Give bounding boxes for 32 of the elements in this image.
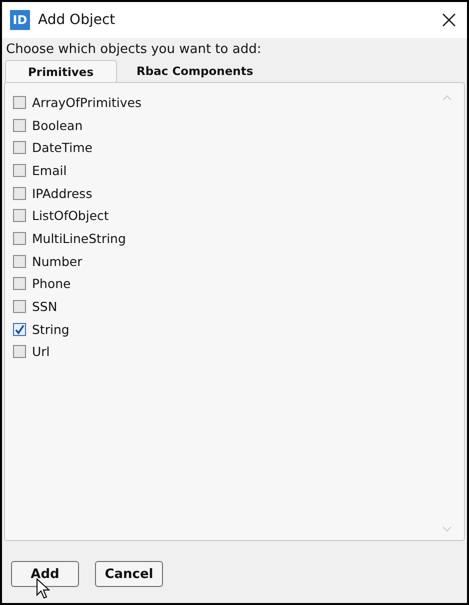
item-label: Email	[32, 162, 67, 178]
item-label: DateTime	[32, 140, 92, 156]
dialog-button[interactable]: Add	[11, 561, 79, 587]
tab[interactable]: Rbac Components	[116, 60, 274, 82]
item-label: ArrayOfPrimitives	[32, 94, 142, 110]
checkbox[interactable]	[13, 277, 26, 290]
item-label: IPAddress	[32, 186, 92, 201]
checkbox[interactable]	[13, 254, 26, 268]
checkbox[interactable]	[13, 322, 26, 336]
checkbox[interactable]	[13, 300, 26, 314]
checkbox[interactable]	[13, 186, 26, 200]
checkbox[interactable]	[13, 96, 26, 109]
app-icon: ID	[10, 10, 30, 30]
tab[interactable]: Primitives	[5, 60, 117, 82]
checkbox[interactable]	[13, 232, 26, 245]
checkbox[interactable]	[13, 118, 26, 132]
item-label: Number	[32, 254, 82, 269]
checkbox[interactable]	[13, 209, 26, 222]
item-label: Boolean	[32, 118, 83, 133]
checkbox[interactable]	[13, 345, 26, 358]
item-label: MultiLineString	[32, 230, 126, 246]
checkbox[interactable]	[13, 141, 26, 154]
window-title: Add Object	[38, 12, 116, 28]
item-label: String	[32, 322, 70, 337]
cursor-icon	[36, 578, 50, 600]
item-label: ListOfObject	[32, 208, 109, 224]
dialog-button[interactable]: Cancel	[95, 561, 163, 587]
instruction-text: Choose which objects you want to add:	[5, 41, 262, 57]
item-label: Phone	[32, 276, 71, 292]
item-label: Url	[32, 344, 50, 360]
checkbox[interactable]	[13, 164, 26, 177]
item-label: SSN	[32, 299, 58, 314]
